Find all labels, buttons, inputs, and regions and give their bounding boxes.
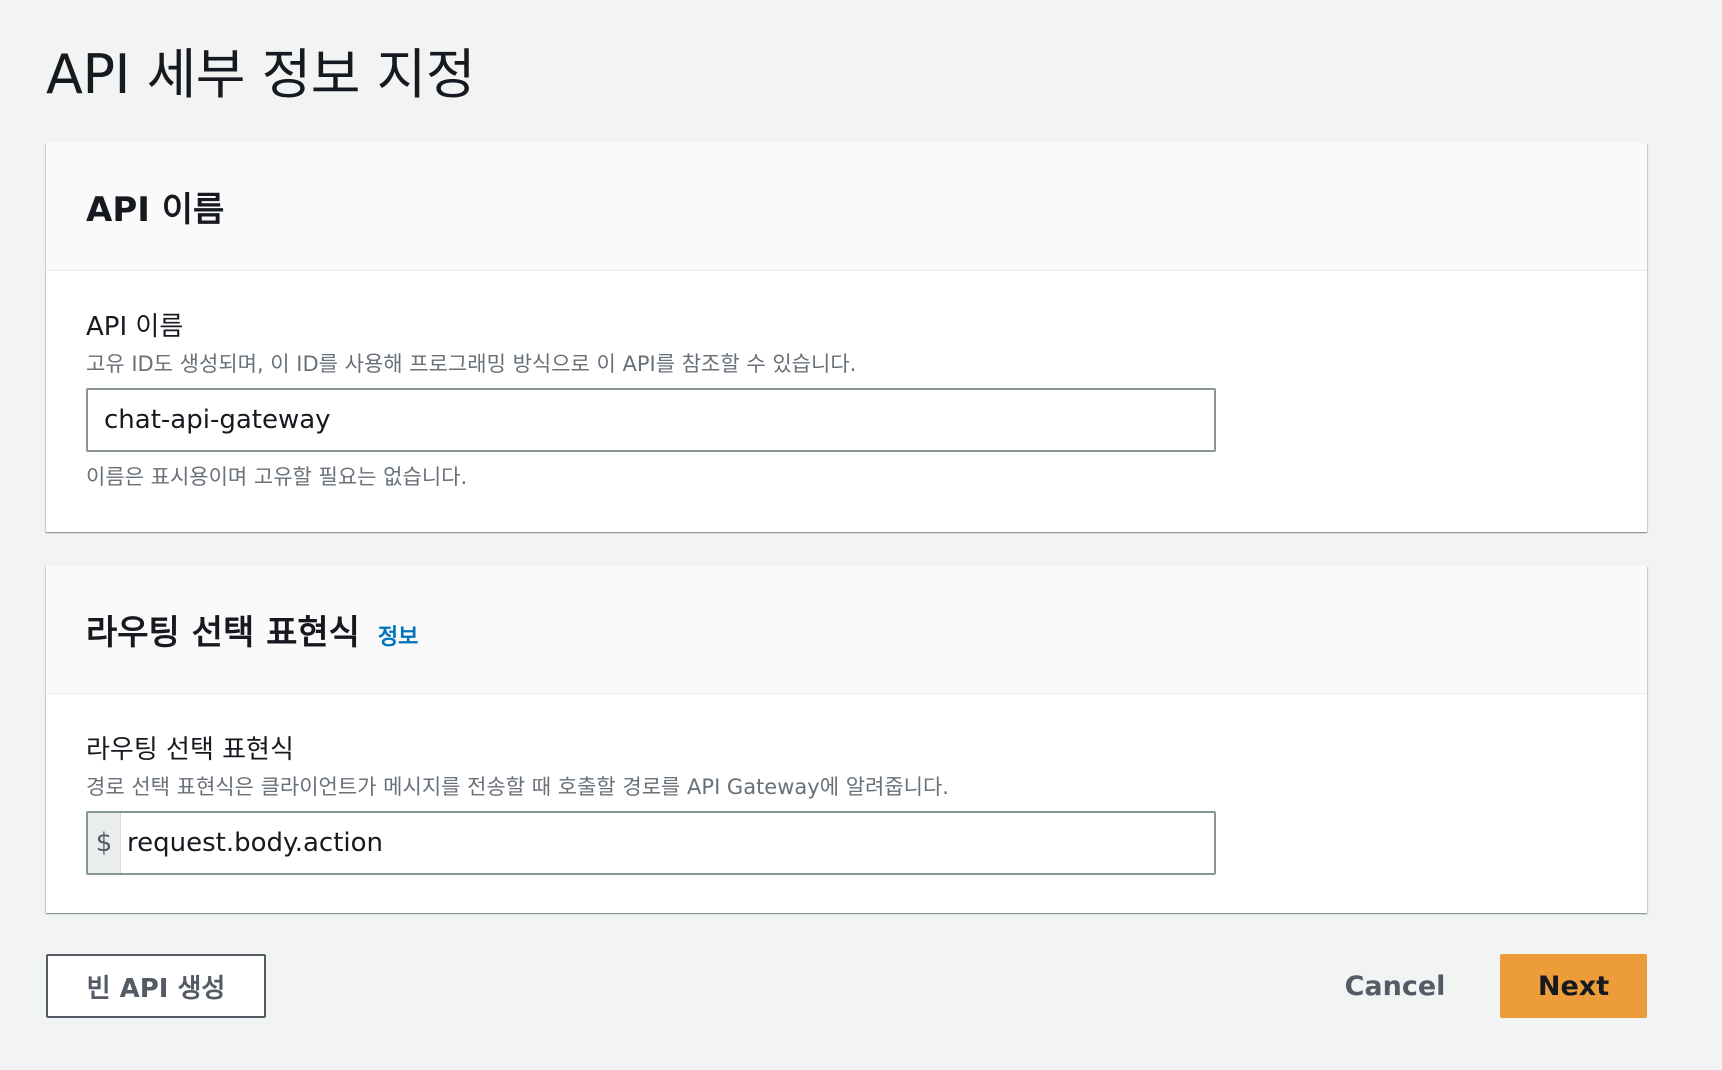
route-selection-card-body: 라우팅 선택 표현식 경로 선택 표현식은 클라이언트가 메시지를 전송할 때 …: [46, 694, 1647, 875]
api-name-card-header: API 이름: [46, 143, 1647, 271]
page-title: API 세부 정보 지정: [46, 43, 476, 106]
page: API 세부 정보 지정 API 이름 API 이름 고유 ID도 생성되며, …: [0, 0, 1722, 1070]
next-button[interactable]: Next: [1500, 954, 1647, 1018]
route-selection-card-title: 라우팅 선택 표현식: [86, 613, 360, 653]
dollar-prefix: $: [88, 813, 122, 873]
route-selection-field-description: 경로 선택 표현식은 클라이언트가 메시지를 전송할 때 호출할 경로를 API…: [86, 775, 949, 799]
route-selection-card-header: 라우팅 선택 표현식 정보: [46, 566, 1647, 694]
api-name-input[interactable]: [88, 390, 1214, 450]
api-name-card-body: API 이름 고유 ID도 생성되며, 이 ID를 사용해 프로그래밍 방식으로…: [46, 271, 1647, 492]
api-name-constraint-text: 이름은 표시용이며 고유할 필요는 없습니다.: [86, 465, 468, 489]
info-link[interactable]: 정보: [378, 619, 418, 651]
route-selection-field-label: 라우팅 선택 표현식: [86, 735, 294, 765]
route-selection-expression-input[interactable]: [121, 813, 1214, 873]
api-name-card-title: API 이름: [86, 190, 225, 230]
api-name-field-label: API 이름: [86, 312, 184, 342]
api-name-card: API 이름 API 이름 고유 ID도 생성되며, 이 ID를 사용해 프로그…: [46, 143, 1647, 532]
route-selection-input-container: $: [86, 811, 1216, 875]
api-name-field-description: 고유 ID도 생성되며, 이 ID를 사용해 프로그래밍 방식으로 이 API를…: [86, 352, 857, 376]
create-empty-api-button[interactable]: 빈 API 생성: [46, 954, 266, 1018]
route-selection-card: 라우팅 선택 표현식 정보 라우팅 선택 표현식 경로 선택 표현식은 클라이언…: [46, 566, 1647, 913]
api-name-input-container: [86, 388, 1216, 452]
cancel-button[interactable]: Cancel: [1330, 954, 1460, 1018]
